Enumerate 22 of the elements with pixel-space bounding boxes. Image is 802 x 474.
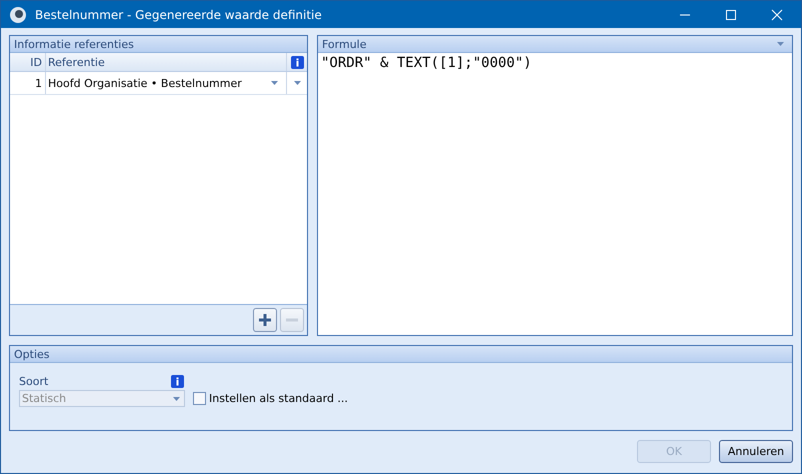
add-button[interactable] (253, 308, 277, 332)
info-icon[interactable] (290, 56, 304, 68)
dropdown-arrow-icon (173, 396, 180, 400)
reference-dropdown[interactable]: Hoofd Organisatie • Bestelnummer (46, 72, 287, 94)
plus-icon (258, 313, 272, 327)
dropdown-arrow-icon[interactable] (294, 81, 300, 85)
panel-title: Opties (14, 348, 51, 360)
panel-title: Informatie referenties (14, 38, 135, 50)
default-checkbox[interactable]: Instellen als standaard ... (193, 392, 348, 405)
dropdown-arrow-icon (271, 81, 278, 85)
table-cell: 1 (10, 72, 46, 94)
window-title: Bestelnummer - Gegenereerde waarde definitie (35, 8, 323, 22)
column-header[interactable]: ID (10, 53, 46, 71)
column-header[interactable]: Referentie (46, 53, 287, 71)
panel-title: Formule (322, 38, 368, 50)
app-icon (9, 6, 27, 24)
formula-editor[interactable]: "ORDR" & TEXT([1];"0000") (318, 53, 535, 73)
close-icon[interactable] (771, 8, 783, 20)
dialog-button[interactable]: Annuleren (719, 440, 793, 463)
field-label: Soort (19, 375, 48, 388)
maximize-icon[interactable] (725, 8, 737, 20)
info-icon[interactable] (171, 375, 184, 388)
